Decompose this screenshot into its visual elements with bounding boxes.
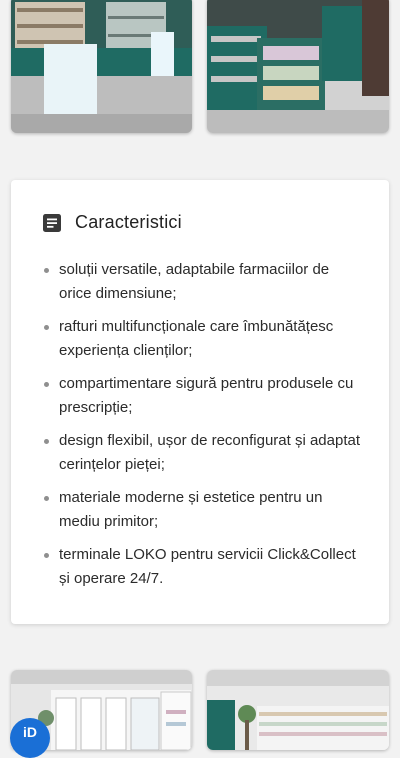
document-icon xyxy=(43,213,61,232)
accessibility-badge[interactable]: iD xyxy=(10,718,50,758)
feature-item: design flexibil, ușor de reconfigurat și… xyxy=(41,429,361,477)
badge-label: iD xyxy=(23,724,37,740)
characteristics-card: Caracteristici soluții versatile, adapta… xyxy=(11,180,389,624)
card-title: Caracteristici xyxy=(75,212,182,232)
features-list: soluții versatile, adaptabile farmaciilo… xyxy=(41,258,361,600)
feature-item: materiale moderne și estetice pentru un … xyxy=(41,486,361,534)
pharmacy-image-bottom-right[interactable] xyxy=(207,670,389,750)
card-header: Caracteristici xyxy=(43,212,182,233)
feature-item: rafturi multifuncționale care îmbunătățe… xyxy=(41,315,361,363)
feature-item: terminale LOKO pentru servicii Click&Col… xyxy=(41,543,361,591)
feature-item: compartimentare sigură pentru produsele … xyxy=(41,372,361,420)
pharmacy-image-top-left[interactable] xyxy=(11,0,192,133)
feature-item: soluții versatile, adaptabile farmaciilo… xyxy=(41,258,361,306)
pharmacy-image-top-right[interactable] xyxy=(207,0,389,133)
